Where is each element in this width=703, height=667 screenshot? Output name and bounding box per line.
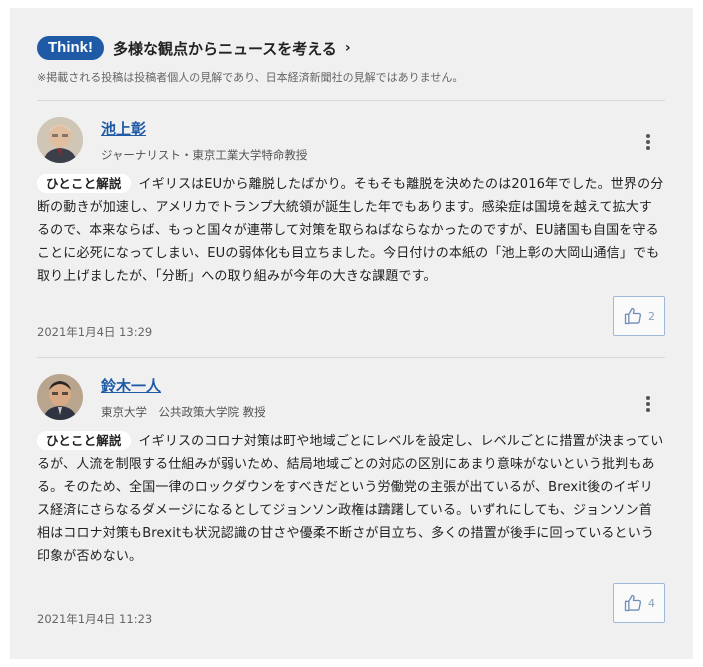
author-title: ジャーナリスト・東京工業大学特命教授 xyxy=(101,148,308,162)
like-count: 4 xyxy=(648,596,655,610)
timestamp: 2021年1月4日 11:23 xyxy=(37,612,153,626)
author-info: 池上彰 ジャーナリスト・東京工業大学特命教授 xyxy=(101,117,307,163)
like-count: 2 xyxy=(648,309,655,323)
think-header: Think! 多様な観点からニュースを考える › xyxy=(37,36,665,60)
author-title: 東京大学 公共政策大学院 教授 xyxy=(101,405,266,419)
comment-card: 鈴木一人 東京大学 公共政策大学院 教授 ひとこと解説 イギリスのコロナ対策は町や… xyxy=(37,358,665,627)
comment-tag: ひとこと解説 xyxy=(37,431,131,450)
comment-footer: 2021年1月4日 13:29 2 xyxy=(37,296,665,340)
author-name[interactable]: 鈴木一人 xyxy=(101,375,161,396)
comment-body: ひとこと解説 イギリスはEUから離脱したばかり。そもそも離脱を決めたのは2016年… xyxy=(37,173,665,288)
avatar[interactable] xyxy=(37,374,83,420)
think-title: 多様な観点からニュースを考える xyxy=(113,39,337,58)
thumbs-up-icon xyxy=(624,594,642,612)
thumbs-up-icon xyxy=(624,307,642,325)
comment-card: 池上彰 ジャーナリスト・東京工業大学特命教授 ひとこと解説 イギリスはEUから離脱… xyxy=(37,101,665,340)
author-name[interactable]: 池上彰 xyxy=(101,118,146,139)
think-title-link[interactable]: 多様な観点からニュースを考える › xyxy=(113,38,351,59)
timestamp: 2021年1月4日 13:29 xyxy=(37,325,153,339)
comment-footer: 2021年1月4日 11:23 4 xyxy=(37,583,665,627)
like-button[interactable]: 4 xyxy=(613,583,665,623)
comment-body: ひとこと解説 イギリスのコロナ対策は町や地域ごとにレベルを設定し、レベルごとに措置… xyxy=(37,430,665,568)
disclaimer: ※掲載される投稿は投稿者個人の見解であり、日本経済新聞社の見解ではありません。 xyxy=(37,71,464,84)
avatar[interactable] xyxy=(37,117,83,163)
author-info: 鈴木一人 東京大学 公共政策大学院 教授 xyxy=(101,374,266,420)
more-vertical-icon[interactable] xyxy=(643,134,653,152)
think-panel: Think! 多様な観点からニュースを考える › ※掲載される投稿は投稿者個人の… xyxy=(10,8,693,659)
like-button[interactable]: 2 xyxy=(613,296,665,336)
comment-text: イギリスのコロナ対策は町や地域ごとにレベルを設定し、レベルごとに措置が決まってい… xyxy=(37,434,664,564)
author-row: 池上彰 ジャーナリスト・東京工業大学特命教授 xyxy=(37,117,665,163)
comment-text: イギリスはEUから離脱したばかり。そもそも離脱を決めたのは2016年でした。世界… xyxy=(37,177,664,284)
author-row: 鈴木一人 東京大学 公共政策大学院 教授 xyxy=(37,374,665,420)
chevron-right-icon: › xyxy=(344,40,351,56)
comment-tag: ひとこと解説 xyxy=(37,174,131,193)
more-vertical-icon[interactable] xyxy=(643,396,653,414)
think-badge: Think! xyxy=(37,36,104,60)
